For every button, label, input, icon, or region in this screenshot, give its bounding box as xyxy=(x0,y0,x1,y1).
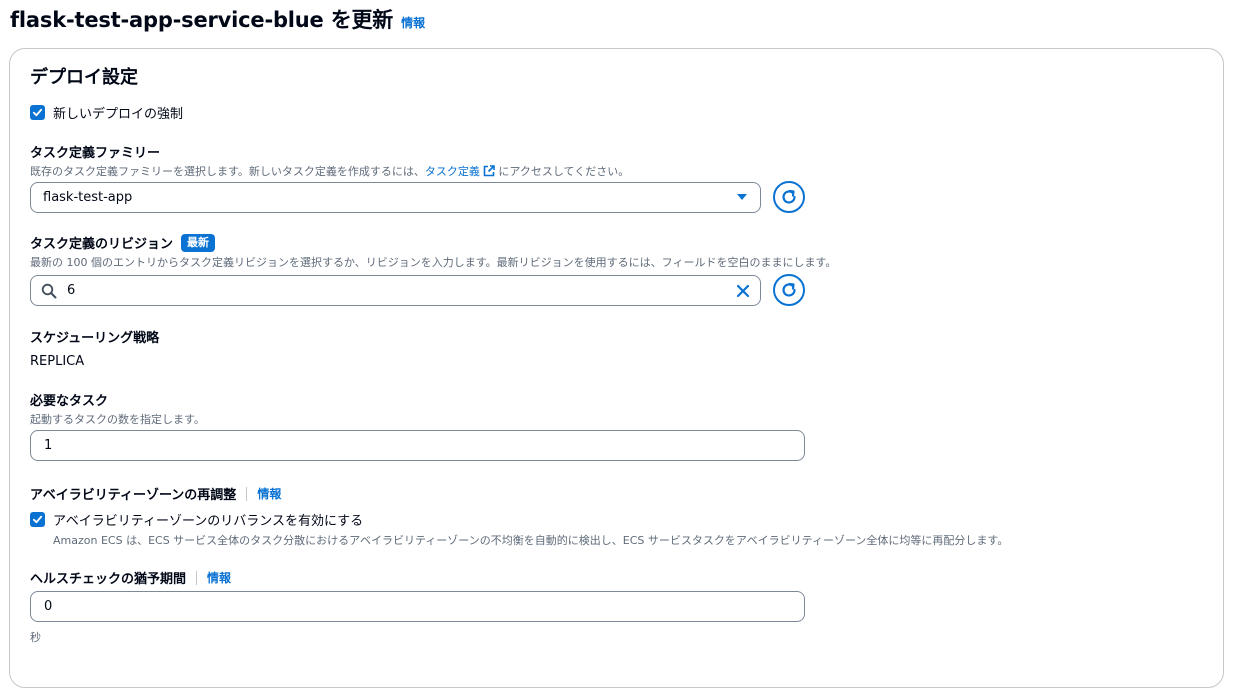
page-header: flask-test-app-service-blue を更新 情報 xyxy=(10,4,425,34)
divider xyxy=(246,486,248,501)
az-rebalance-checkbox[interactable] xyxy=(30,512,45,527)
force-deploy-checkbox[interactable] xyxy=(30,105,45,120)
deployment-config-card: デプロイ設定 新しいデプロイの強制 タスク定義ファミリー 既存のタスク定義ファミ… xyxy=(9,48,1224,688)
task-family-field: タスク定義ファミリー 既存のタスク定義ファミリーを選択します。新しいタスク定義を… xyxy=(30,142,629,180)
scheduling-label: スケジューリング戦略 xyxy=(30,331,160,346)
az-rebalance-info-link[interactable]: 情報 xyxy=(257,485,281,502)
revision-refresh-button[interactable] xyxy=(773,274,805,306)
check-icon xyxy=(32,515,43,524)
grace-period-unit: 秒 xyxy=(30,631,41,644)
scheduling-value: REPLICA xyxy=(30,354,85,369)
divider xyxy=(196,570,198,585)
refresh-icon xyxy=(782,282,796,297)
task-definition-link[interactable]: タスク定義 xyxy=(425,165,480,178)
task-family-value: flask-test-app xyxy=(43,190,133,205)
check-icon xyxy=(32,108,43,117)
task-family-select[interactable]: flask-test-app xyxy=(30,182,761,213)
caret-down-icon xyxy=(736,190,748,205)
az-rebalance-checkbox-label: アベイラビリティーゾーンのリバランスを有効にする xyxy=(53,514,364,529)
desired-tasks-field: 必要なタスク 起動するタスクの数を指定します。 xyxy=(30,390,205,427)
az-rebalance-field: アベイラビリティーゾーンの再調整 情報 アベイラビリティーゾーンのリバランスを有… xyxy=(30,484,1008,548)
close-icon[interactable] xyxy=(736,284,750,298)
force-deploy-label: 新しいデプロイの強制 xyxy=(53,107,184,122)
task-family-refresh-button[interactable] xyxy=(773,181,805,213)
az-rebalance-description: Amazon ECS は、ECS サービス全体のタスク分散におけるアベイラビリテ… xyxy=(53,534,1009,547)
revision-field: タスク定義のリビジョン 最新 最新の 100 個のエントリからタスク定義リビジョ… xyxy=(30,233,836,270)
task-family-description: 既存のタスク定義ファミリーを選択します。新しいタスク定義を作成するには、タスク定… xyxy=(30,165,630,180)
grace-period-label: ヘルスチェックの猶予期間 xyxy=(30,572,187,587)
desired-tasks-label: 必要なタスク xyxy=(30,394,109,409)
search-icon xyxy=(41,283,57,299)
scheduling-field: スケジューリング戦略 REPLICA xyxy=(30,327,159,369)
grace-period-field: ヘルスチェックの猶予期間 情報 xyxy=(30,568,231,587)
task-family-label: タスク定義ファミリー xyxy=(30,146,161,161)
revision-search-input[interactable]: 6 xyxy=(30,275,761,306)
force-deploy-field: 新しいデプロイの強制 xyxy=(30,103,183,122)
desired-tasks-input[interactable]: 1 xyxy=(30,430,805,461)
az-rebalance-label: アベイラビリティーゾーンの再調整 xyxy=(30,488,237,503)
external-link-icon xyxy=(483,165,495,180)
grace-period-info-link[interactable]: 情報 xyxy=(207,569,231,586)
header-info-link[interactable]: 情報 xyxy=(401,14,425,31)
page-title: flask-test-app-service-blue を更新 xyxy=(10,8,394,32)
desired-tasks-value: 1 xyxy=(44,438,53,453)
refresh-icon xyxy=(782,189,796,204)
revision-description: 最新の 100 個のエントリからタスク定義リビジョンを選択するか、リビジョンを入… xyxy=(30,256,837,269)
grace-period-value: 0 xyxy=(44,599,53,614)
section-title: デプロイ設定 xyxy=(30,67,138,88)
revision-value: 6 xyxy=(67,283,76,298)
revision-label: タスク定義のリビジョン xyxy=(30,237,174,252)
grace-period-input[interactable]: 0 xyxy=(30,591,805,622)
desired-tasks-description: 起動するタスクの数を指定します。 xyxy=(30,413,205,426)
latest-badge: 最新 xyxy=(181,233,216,252)
